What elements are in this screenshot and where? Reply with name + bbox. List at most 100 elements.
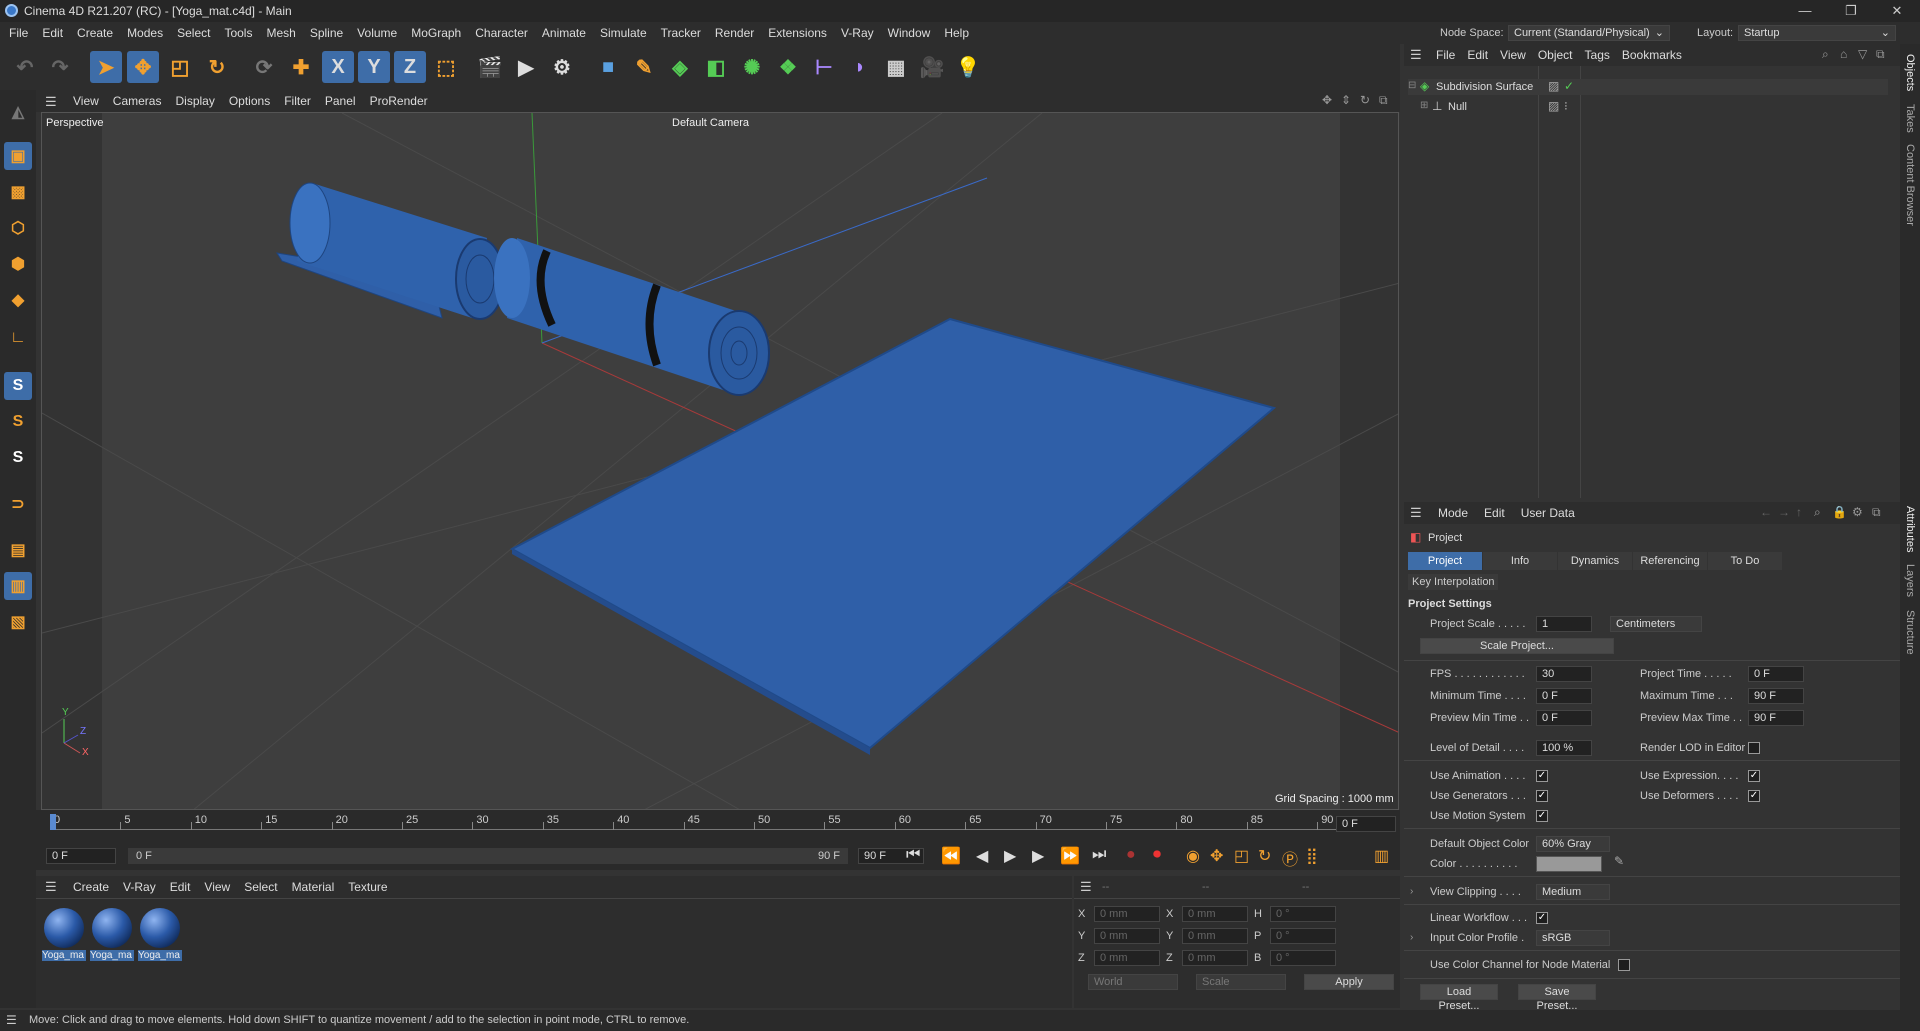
collapse-icon[interactable]: ⊟ — [1408, 80, 1416, 91]
scale-project-button[interactable]: Scale Project... — [1420, 638, 1614, 654]
move-tool-icon[interactable]: ✥ — [127, 51, 159, 83]
material-menu-item-create[interactable]: Create — [66, 876, 116, 898]
menu-item-help[interactable]: Help — [937, 22, 976, 44]
menu-item-window[interactable]: Window — [881, 22, 938, 44]
texture-mode-icon[interactable]: ▩ — [4, 178, 32, 206]
menu-item-extensions[interactable]: Extensions — [761, 22, 834, 44]
material-menu-item-material[interactable]: Material — [285, 876, 342, 898]
color-swatch[interactable] — [1536, 856, 1602, 872]
hamburger-icon[interactable]: ☰ — [1410, 47, 1422, 63]
menu-item-create[interactable]: Create — [70, 22, 120, 44]
key-parameter-icon[interactable]: Ⓟ — [1282, 846, 1298, 870]
search-icon[interactable]: ⌕ — [1814, 505, 1821, 520]
material-thumbnail[interactable]: Yoga_ma — [42, 906, 86, 966]
back-arrow-icon[interactable]: ← — [1760, 505, 1772, 519]
render-view-icon[interactable]: 🎬 — [474, 51, 506, 83]
scale-tool-icon[interactable]: ◰ — [164, 51, 196, 83]
workplane-icon[interactable]: ▤ — [4, 536, 32, 564]
settings-icon[interactable]: ⚙ — [1852, 505, 1863, 519]
home-icon[interactable]: ⌂ — [1840, 47, 1847, 61]
coord-value-field[interactable]: 0 mm — [1094, 906, 1160, 922]
preview-max-field[interactable]: 90 F — [1748, 710, 1804, 726]
render-lod-checkbox[interactable] — [1748, 742, 1760, 754]
3d-viewport[interactable]: Perspective Default Camera Grid Spacing … — [41, 112, 1399, 810]
menu-item-modes[interactable]: Modes — [120, 22, 170, 44]
menu-item-spline[interactable]: Spline — [303, 22, 350, 44]
cloner-icon[interactable]: ✺ — [736, 51, 768, 83]
menu-item-mesh[interactable]: Mesh — [259, 22, 302, 44]
move-view-icon[interactable]: ✥ — [1322, 93, 1332, 107]
eyedropper-icon[interactable]: ✎ — [1614, 854, 1624, 868]
object-menu-item-file[interactable]: File — [1430, 44, 1461, 66]
material-menu-item-select[interactable]: Select — [237, 876, 284, 898]
play-icon[interactable]: ▶ — [1004, 846, 1016, 866]
z-axis-lock-icon[interactable]: Z — [394, 51, 426, 83]
keyframe-selection-icon[interactable]: ◉ — [1186, 846, 1200, 866]
tab-to-do[interactable]: To Do — [1708, 552, 1782, 570]
max-time-field[interactable]: 90 F — [1748, 688, 1804, 704]
close-button[interactable]: ✕ — [1874, 0, 1920, 22]
project-scale-unit-dropdown[interactable]: Centimeters — [1610, 616, 1702, 632]
coord-space-dropdown[interactable]: World — [1088, 974, 1178, 990]
material-menu-item-v-ray[interactable]: V-Ray — [116, 876, 163, 898]
viewport-menu-item-cameras[interactable]: Cameras — [106, 90, 169, 112]
object-menu-item-edit[interactable]: Edit — [1461, 44, 1494, 66]
object-menu-item-bookmarks[interactable]: Bookmarks — [1616, 44, 1688, 66]
menu-item-volume[interactable]: Volume — [350, 22, 404, 44]
current-frame-field[interactable]: 0 F — [1336, 816, 1396, 832]
tab-structure[interactable]: Structure — [1904, 610, 1916, 655]
coord-value-field[interactable]: 0 ° — [1270, 950, 1336, 966]
next-frame-icon[interactable]: ▶ — [1032, 846, 1044, 866]
menu-item-tools[interactable]: Tools — [217, 22, 259, 44]
pen-spline-icon[interactable]: ✎ — [628, 51, 660, 83]
go-to-start-icon[interactable]: ⏮ — [906, 846, 920, 864]
use-motion-checkbox[interactable]: ✓ — [1536, 810, 1548, 822]
make-editable-icon[interactable]: ◭ — [4, 98, 32, 126]
autokey-icon[interactable]: ● — [1126, 846, 1136, 864]
viewport-menu-item-filter[interactable]: Filter — [277, 90, 318, 112]
forward-arrow-icon[interactable]: → — [1778, 505, 1790, 519]
filter-icon[interactable]: ▽ — [1858, 47, 1867, 61]
timeline-layout-icon[interactable]: ▥ — [1374, 846, 1389, 866]
viewport-menu-item-options[interactable]: Options — [222, 90, 277, 112]
tab-key-interpolation[interactable]: Key Interpolation — [1408, 574, 1498, 590]
menu-item-character[interactable]: Character — [468, 22, 535, 44]
min-time-field[interactable]: 0 F — [1536, 688, 1592, 704]
locked-workplane-icon[interactable]: ▥ — [4, 572, 32, 600]
menu-item-render[interactable]: Render — [708, 22, 761, 44]
camera-icon[interactable]: 🎥 — [916, 51, 948, 83]
coord-value-field[interactable]: 0 ° — [1270, 928, 1336, 944]
key-position-icon[interactable]: ✥ — [1210, 846, 1223, 866]
viewport-menu-item-view[interactable]: View — [66, 90, 106, 112]
use-animation-checkbox[interactable]: ✓ — [1536, 770, 1548, 782]
x-axis-lock-icon[interactable]: X — [322, 51, 354, 83]
previous-key-icon[interactable]: ⏪ — [941, 846, 961, 866]
tab-layers[interactable]: Layers — [1904, 564, 1916, 597]
light-icon[interactable]: 💡 — [952, 51, 984, 83]
coord-size-dropdown[interactable]: Scale — [1196, 974, 1286, 990]
start-frame-field[interactable]: 0 F — [46, 848, 116, 864]
render-picture-viewer-icon[interactable]: ▶ — [510, 51, 542, 83]
hamburger-icon[interactable]: ☰ — [6, 1013, 17, 1027]
edges-mode-icon[interactable]: ⬢ — [4, 250, 32, 278]
menu-item-edit[interactable]: Edit — [35, 22, 70, 44]
key-rotation-icon[interactable]: ↻ — [1258, 846, 1271, 866]
live-selection-icon[interactable]: ➤ — [90, 51, 122, 83]
recent-tools-icon[interactable]: ⟳ — [248, 51, 280, 83]
viewport-menu-item-display[interactable]: Display — [168, 90, 221, 112]
tweak-mode-icon[interactable]: ⊃ — [4, 490, 32, 518]
hamburger-icon[interactable]: ☰ — [1410, 505, 1422, 521]
viewport-menu-item-prorender[interactable]: ProRender — [363, 90, 435, 112]
floor-icon[interactable]: ▦ — [880, 51, 912, 83]
project-scale-field[interactable]: 1 — [1536, 616, 1592, 632]
default-color-dropdown[interactable]: 60% Gray — [1536, 836, 1610, 852]
cube-primitive-icon[interactable]: ■ — [592, 51, 624, 83]
field-icon[interactable]: ◗ — [844, 51, 876, 83]
node-space-dropdown[interactable]: Current (Standard/Physical) ⌄ — [1508, 25, 1670, 41]
linear-workflow-checkbox[interactable]: ✓ — [1536, 912, 1548, 924]
zoom-view-icon[interactable]: ⇕ — [1341, 93, 1351, 107]
planar-workplane-icon[interactable]: ▧ — [4, 608, 32, 636]
save-preset-button[interactable]: Save Preset... — [1518, 984, 1596, 1012]
coord-value-field[interactable]: 0 mm — [1182, 950, 1248, 966]
timeline-ruler[interactable]: 0 5 10 15 20 25 30 35 40 45 50 55 60 65 70 75 80 85 90 — [50, 814, 1350, 830]
